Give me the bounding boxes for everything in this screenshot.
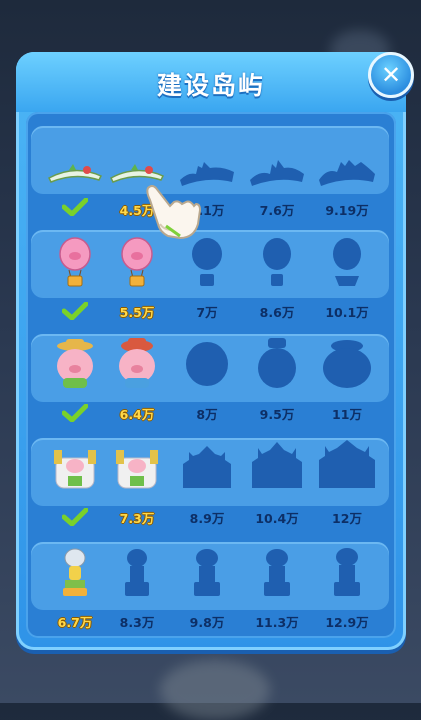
item-5-5[interactable]: 12.9万 — [312, 542, 382, 632]
statue-silhouette-icon — [125, 549, 149, 596]
statue-silhouette-icon — [334, 548, 360, 596]
item-4-1[interactable] — [40, 438, 110, 528]
item-4-2[interactable]: 7.3万 — [102, 438, 172, 528]
pointing-hand-icon — [146, 185, 202, 240]
item-2-4[interactable]: 8.6万 — [242, 232, 312, 322]
item-5-3[interactable]: 9.8万 — [172, 542, 242, 632]
cost-label: 10.1万 — [325, 305, 369, 320]
checkmark-icon — [62, 508, 88, 526]
cost-label: 7.6万 — [259, 203, 295, 218]
castle-silhouette-icon — [319, 440, 375, 488]
item-2-2[interactable]: 5.5万 — [102, 232, 172, 322]
island-silhouette-icon — [250, 160, 304, 186]
item-5-2[interactable]: 8.3万 — [102, 542, 172, 632]
castle-silhouette-icon — [252, 442, 302, 488]
balloon-silhouette-icon — [333, 238, 361, 286]
cost-label: 8.3万 — [119, 615, 155, 630]
cost-label: 10.4万 — [255, 511, 299, 526]
pig-castle-icon — [54, 450, 96, 489]
pig-silhouette-icon — [186, 342, 228, 386]
item-3-2[interactable]: 6.4万 — [102, 334, 172, 424]
item-1-5[interactable]: 9.19万 — [312, 150, 382, 230]
pig-castle-icon — [116, 450, 158, 489]
pig-silhouette-icon — [323, 340, 371, 388]
pig-farmer-icon — [57, 339, 93, 388]
cost-label: 5.5万 — [119, 305, 155, 320]
statue-silhouette-icon — [264, 549, 290, 596]
cost-label: 8.9万 — [189, 511, 225, 526]
cost-label: 8.6万 — [259, 305, 295, 320]
pig-statue-icon — [63, 548, 87, 596]
cost-label: 11.3万 — [255, 615, 299, 630]
panel-title: 建设岛屿 — [156, 71, 265, 100]
cost-label: 11万 — [332, 407, 362, 422]
item-3-5[interactable]: 11万 — [312, 334, 382, 424]
item-2-3[interactable]: 7万 — [172, 232, 242, 322]
cost-label: 7.3万 — [119, 511, 155, 526]
close-button[interactable]: ✕ — [368, 52, 414, 98]
item-3-3[interactable]: 8万 — [172, 334, 242, 424]
background-blob — [160, 660, 270, 720]
item-5-4[interactable]: 11.3万 — [242, 542, 312, 632]
item-2-1[interactable] — [40, 232, 110, 322]
close-icon: ✕ — [380, 61, 402, 89]
statue-silhouette-icon — [194, 549, 220, 596]
checkmark-icon — [62, 198, 88, 216]
island-piece-icon — [48, 164, 103, 183]
item-5-1[interactable]: 6.7万 — [40, 542, 110, 632]
cost-label: 6.7万 — [57, 615, 93, 630]
cost-label: 9.8万 — [189, 615, 225, 630]
item-3-1[interactable] — [40, 334, 110, 424]
checkmark-icon — [62, 302, 88, 320]
cost-label: 12万 — [332, 511, 362, 526]
cost-label: 9.19万 — [325, 203, 369, 218]
island-silhouette-icon — [319, 160, 375, 186]
pig-silhouette-icon — [258, 338, 296, 388]
balloon-silhouette-icon — [263, 238, 291, 286]
pig-balloon-icon — [59, 237, 91, 287]
item-1-1[interactable] — [40, 150, 110, 230]
pig-chef-icon — [119, 338, 155, 388]
item-4-3[interactable]: 8.9万 — [172, 438, 242, 528]
item-4-4[interactable]: 10.4万 — [242, 438, 312, 528]
item-1-4[interactable]: 7.6万 — [242, 150, 312, 230]
checkmark-icon — [62, 404, 88, 422]
cost-label: 7万 — [196, 305, 218, 320]
cost-label: 9.5万 — [259, 407, 295, 422]
item-4-5[interactable]: 12万 — [312, 438, 382, 528]
castle-silhouette-icon — [183, 446, 231, 488]
item-3-4[interactable]: 9.5万 — [242, 334, 312, 424]
item-2-5[interactable]: 10.1万 — [312, 232, 382, 322]
cost-label: 8万 — [196, 407, 218, 422]
cost-label: 6.4万 — [119, 407, 155, 422]
cost-label: 12.9万 — [325, 615, 369, 630]
